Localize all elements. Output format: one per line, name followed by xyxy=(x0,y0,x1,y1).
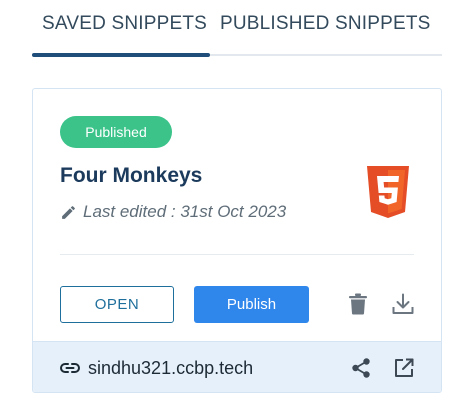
tab-saved-snippets[interactable]: SAVED SNIPPETS xyxy=(42,13,207,35)
status-badge: Published xyxy=(60,116,172,148)
share-icon[interactable] xyxy=(349,356,373,380)
last-edited: Last edited : 31st Oct 2023 xyxy=(60,201,286,223)
snippet-url-link[interactable]: sindhu321.ccbp.tech xyxy=(60,356,253,380)
link-icon xyxy=(60,358,80,379)
card-footer: sindhu321.ccbp.tech xyxy=(33,341,441,392)
snippet-tabs: SAVED SNIPPETS PUBLISHED SNIPPETS xyxy=(32,0,442,57)
card-divider xyxy=(60,254,414,255)
snippets-page: SAVED SNIPPETS PUBLISHED SNIPPETS Publis… xyxy=(0,0,474,413)
pencil-icon xyxy=(60,204,77,221)
tab-published-snippets[interactable]: PUBLISHED SNIPPETS xyxy=(220,13,431,35)
external-link-icon[interactable] xyxy=(392,356,416,380)
trash-icon[interactable] xyxy=(347,292,369,316)
snippet-title: Four Monkeys xyxy=(60,164,203,187)
html5-icon xyxy=(363,164,413,220)
snippet-url: sindhu321.ccbp.tech xyxy=(88,357,254,378)
download-icon[interactable] xyxy=(391,292,415,316)
publish-button[interactable]: Publish xyxy=(194,286,309,323)
open-button[interactable]: OPEN xyxy=(60,286,174,323)
snippet-card: Published Four Monkeys Last edited : 31s… xyxy=(32,88,442,393)
last-edited-text: Last edited : 31st Oct 2023 xyxy=(83,202,287,221)
active-tab-indicator xyxy=(32,53,210,57)
